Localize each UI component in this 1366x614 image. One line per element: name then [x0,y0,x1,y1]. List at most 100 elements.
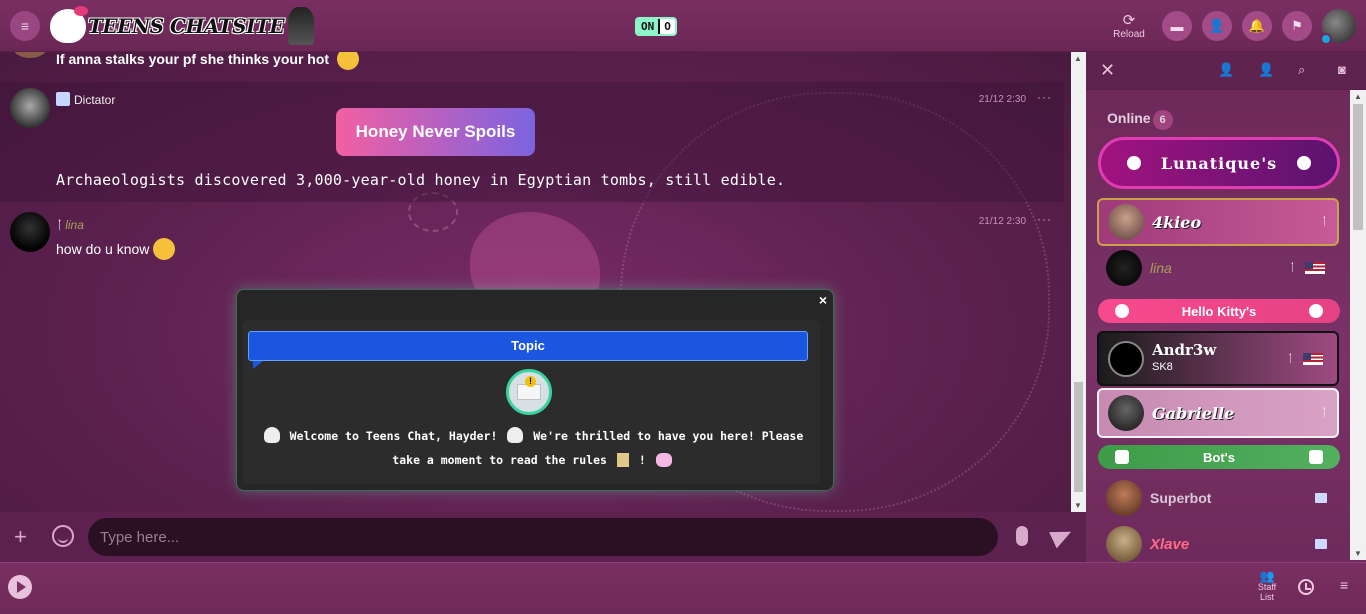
message-options-button[interactable]: ··· [1037,90,1052,104]
scroll-down-icon[interactable]: ▼ [1074,501,1082,510]
kitty-rank-icon: ᛙ [1287,352,1294,365]
rank-badge-icon: ᛙ [56,218,64,232]
panel-header: ✕ 👤 👤 ⌕ ◙ [1086,52,1366,90]
attach-button[interactable]: + [14,524,27,550]
user-name: lina [1150,260,1172,276]
staff-icon: 👥 [1259,569,1275,583]
user-name: Superbot [1150,490,1212,506]
status-dot-icon [1320,33,1332,45]
chat-message: Dictator 21/12 2:30 ··· Honey Never Spoi… [0,82,1064,202]
site-logo[interactable]: TEENS CHATSITE [50,6,315,46]
friends-icon[interactable]: 👤 [1258,62,1274,78]
chat-message: If anna stalks your pf she thinks your h… [0,52,1064,82]
scroll-up-icon[interactable]: ▲ [1354,92,1362,101]
reload-label: Reload [1113,28,1145,40]
logo-text: TEENS CHATSITE [88,14,285,38]
user-list-scrollbar[interactable]: ▲ ▼ [1350,90,1366,560]
private-messages-button[interactable]: ▬ [1162,11,1192,41]
user-mood: SK8 [1152,360,1173,373]
clock-icon[interactable] [1298,579,1314,595]
search-icon[interactable]: ⌕ [1298,62,1305,78]
hamburger-icon: ≡ [20,18,30,34]
top-bar: ≡ TEENS CHATSITE ON O ⟳ Reload ▬ 👤 🔔 ⚑ [0,0,1366,52]
message-username[interactable]: Dictator [56,92,115,107]
close-panel-icon[interactable]: ✕ [1100,60,1115,81]
message-options-button[interactable]: ··· [1037,212,1052,226]
emoji-picker-icon[interactable] [52,525,74,547]
staff-list-label: Staff List [1257,582,1277,602]
top-right-actions: ⟳ Reload ▬ 👤 🔔 ⚑ [1109,0,1366,52]
user-avatar [1108,204,1144,240]
microphone-icon[interactable] [1016,526,1028,546]
user-avatar [1106,250,1142,286]
hand-icon [1127,156,1141,170]
kitty-icon [1115,304,1129,318]
online-header: Online 6 [1107,110,1173,130]
robot-icon [1309,450,1323,464]
message-username[interactable]: ᛙ lina [56,218,84,232]
on-off-toggle[interactable]: ON O [635,17,677,36]
rank-header-hello-kitty: Hello Kitty's [1098,299,1340,323]
chat-bubble-icon: ▬ [1170,18,1184,34]
skull-icon [507,427,524,443]
hand-icon [1297,156,1311,170]
rank-icon: ᛙ [1321,216,1328,228]
play-icon[interactable] [8,575,32,599]
user-list-scroll-thumb[interactable] [1353,104,1363,230]
topic-content: Topic ! Welcome to Teens Chat, Hayder! W… [242,320,820,484]
rank-header-lunatique: Lunatique's [1098,137,1340,189]
bottom-menu-icon[interactable]: ≡ [1340,577,1348,593]
user-avatar [1108,395,1144,431]
message-avatar[interactable] [12,52,48,58]
chat-scroll-thumb[interactable] [1074,382,1083,492]
scroll-down-icon[interactable]: ▼ [1354,549,1362,558]
kitty-icon [1309,304,1323,318]
user-list-item[interactable]: Xlave [1097,520,1339,568]
message-avatar[interactable] [10,88,50,128]
computer-icon [1315,539,1327,549]
user-avatar[interactable] [1320,9,1356,45]
online-count-badge: 6 [1152,110,1173,130]
send-icon[interactable] [1049,523,1075,549]
message-avatar[interactable] [10,212,50,252]
chat-message: ᛙ lina 21/12 2:30 ··· how do u know [0,202,1064,272]
main-menu-button[interactable]: ≡ [10,11,40,41]
bell-icon: 🔔 [1248,18,1266,33]
rank-icon: ᛙ [1289,262,1296,274]
user-list-item[interactable]: 4kieo ᛙ [1097,198,1339,246]
topic-modal: × Topic ! Welcome to Teens Chat, Hayder!… [236,289,834,491]
reports-button[interactable]: ⚑ [1282,11,1312,41]
user-avatar [1106,480,1142,516]
user-list-item[interactable]: lina ᛙ [1097,244,1339,292]
reload-button[interactable]: ⟳ Reload [1109,12,1149,40]
us-flag-icon [1303,352,1323,365]
staff-list-button[interactable]: 👥 Staff List [1250,569,1284,602]
envelope-warning-icon: ! [506,369,552,415]
message-input[interactable] [88,518,998,556]
user-name: Gabrielle [1152,403,1235,423]
user-list-item[interactable]: Gabrielle ᛙ [1097,388,1339,438]
close-modal-button[interactable]: × [815,292,831,308]
message-time: 21/12 2:30 [978,216,1026,227]
notifications-button[interactable]: 🔔 [1242,11,1272,41]
emoji-icon [336,52,359,70]
user-avatar [1106,526,1142,562]
scroll-icon [616,453,629,467]
cat-icon [655,453,672,467]
topic-header: Topic [248,331,808,369]
rank-badge-icon [56,92,70,106]
bottom-bar: 👥 Staff List ≡ [0,562,1366,614]
user-list-item[interactable]: Andr3w SK8 ᛙ [1097,331,1339,386]
robot-icon [1115,450,1129,464]
scroll-up-icon[interactable]: ▲ [1074,54,1082,63]
camera-icon[interactable]: ◙ [1338,62,1346,77]
message-text: If anna stalks your pf she thinks your h… [56,52,359,70]
skull-icon [263,427,280,443]
toggle-on-label: ON [637,19,659,34]
friend-requests-button[interactable]: 👤 [1202,11,1232,41]
user-icon[interactable]: 👤 [1218,62,1234,78]
chat-scrollbar[interactable]: ▲ ▼ [1071,52,1086,512]
user-list-item[interactable]: Superbot [1097,474,1339,522]
us-flag-icon [1305,262,1325,274]
user-name: Xlave [1150,535,1190,553]
